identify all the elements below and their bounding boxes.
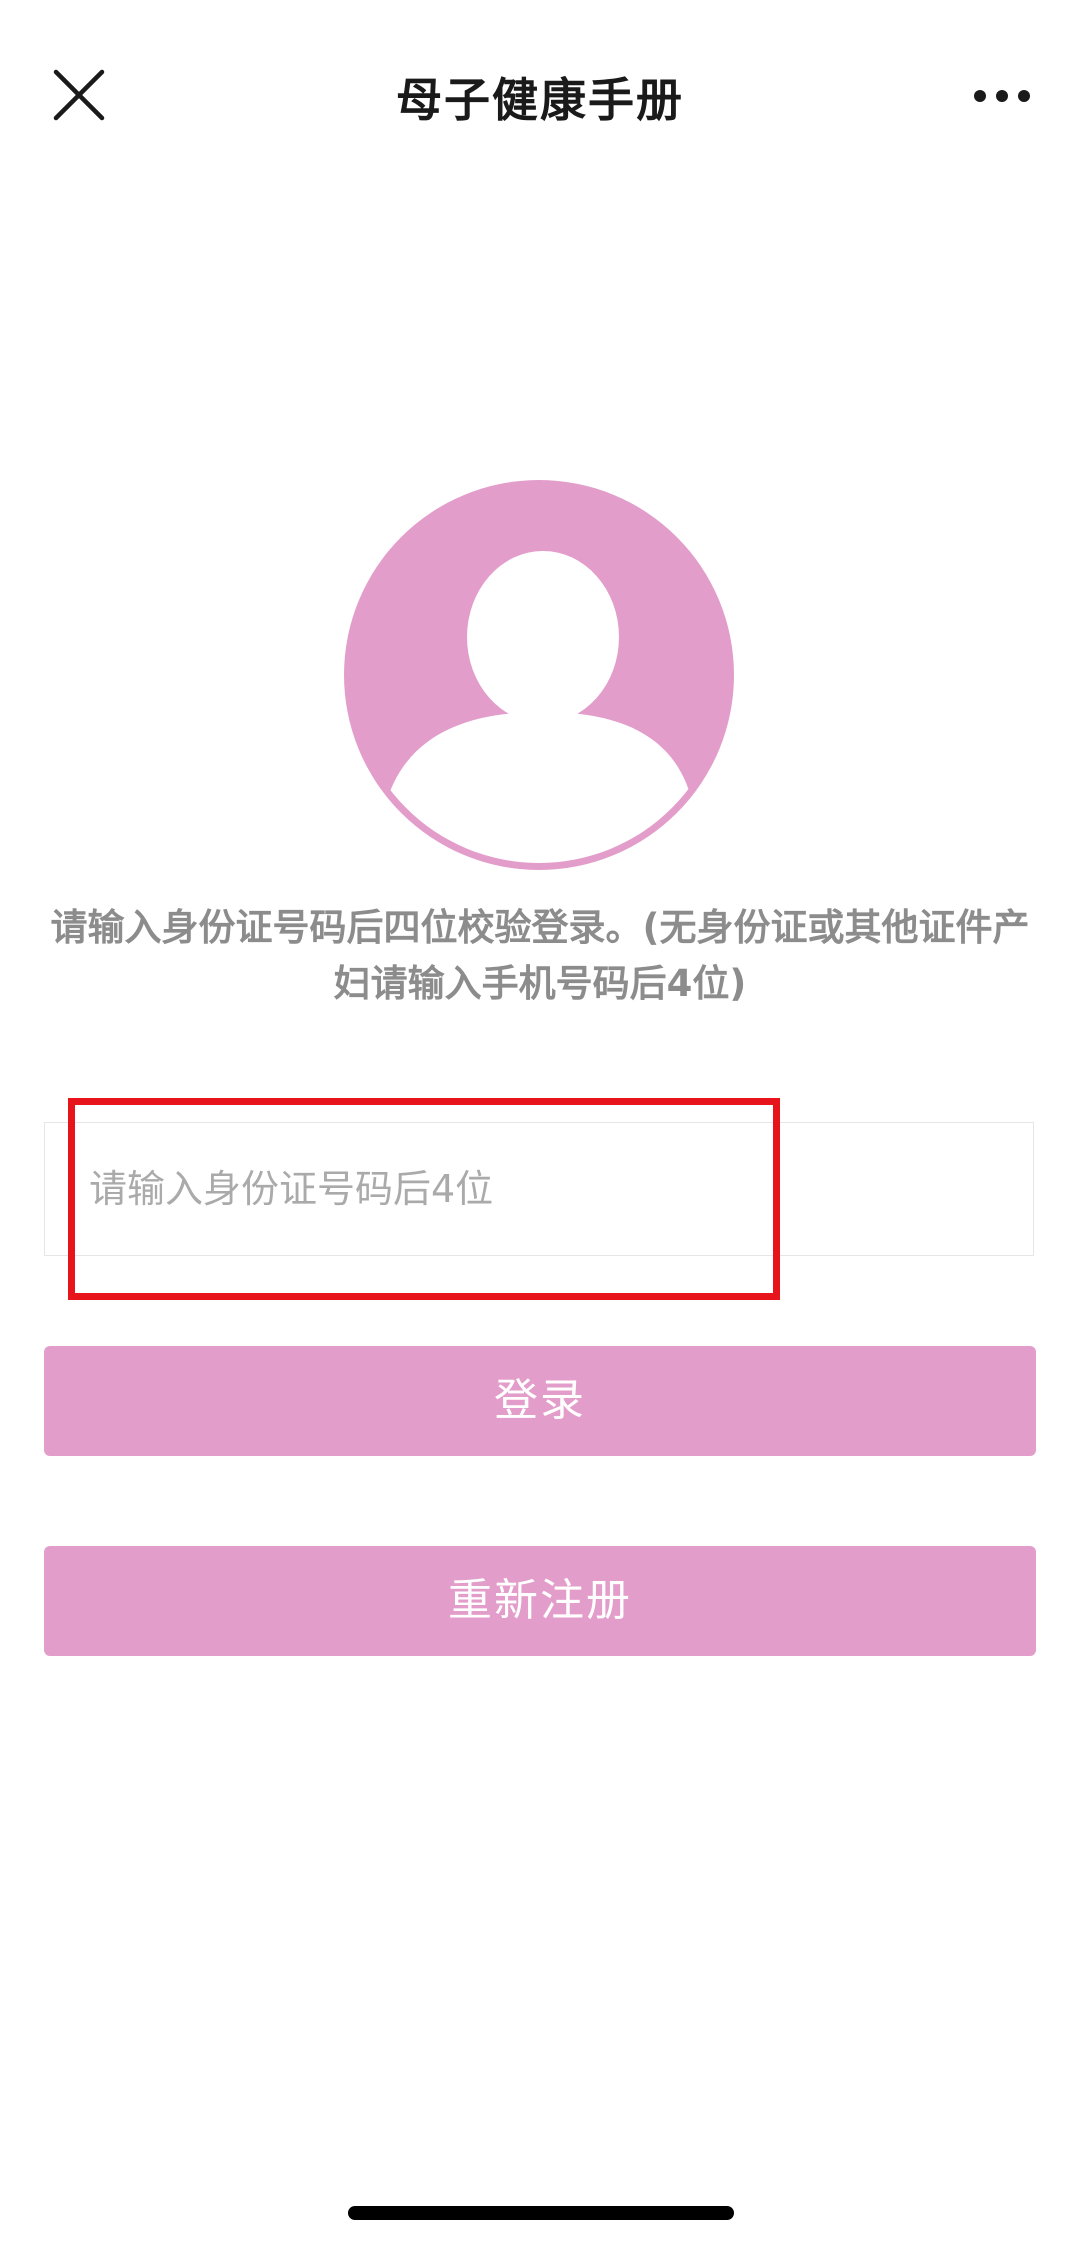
user-avatar-icon bbox=[344, 480, 734, 870]
home-indicator[interactable] bbox=[348, 2206, 734, 2220]
avatar bbox=[344, 480, 734, 870]
login-button[interactable]: 登录 bbox=[44, 1346, 1036, 1456]
login-hint-text: 请输入身份证号码后四位校验登录。(无身份证或其他证件产妇请输入手机号码后4位) bbox=[50, 906, 1030, 1005]
page-title: 母子健康手册 bbox=[396, 73, 684, 127]
id-last-four-input[interactable] bbox=[45, 1123, 1033, 1255]
top-navigation-bar: 母子健康手册 bbox=[0, 0, 1080, 190]
more-dots-icon bbox=[974, 90, 1030, 102]
re-register-button[interactable]: 重新注册 bbox=[44, 1546, 1036, 1656]
more-options-button[interactable] bbox=[972, 80, 1032, 112]
id-number-field bbox=[44, 1122, 1034, 1256]
